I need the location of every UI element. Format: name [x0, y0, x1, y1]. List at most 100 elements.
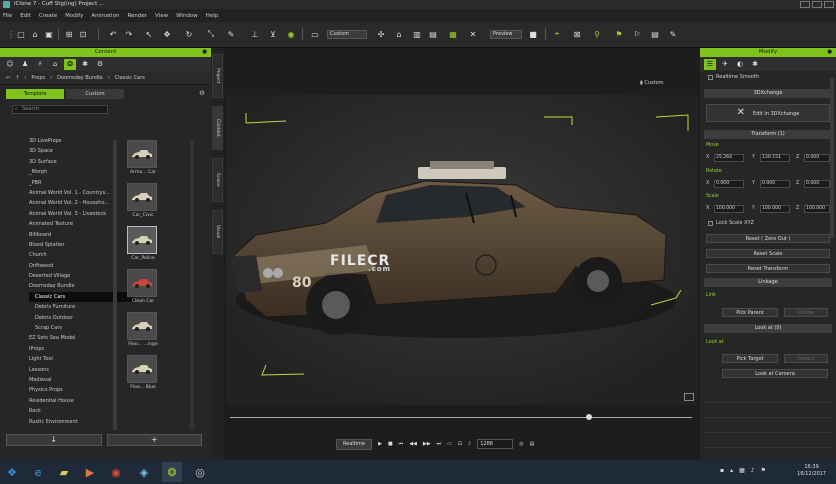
- section-lookat[interactable]: Look at (0): [704, 324, 832, 333]
- tool-a-icon[interactable]: ⌖: [552, 29, 562, 39]
- tree-item[interactable]: Light Tool: [29, 354, 135, 364]
- menu-modify[interactable]: Modify: [65, 13, 83, 19]
- tree-item[interactable]: Medieval: [29, 375, 135, 385]
- flag-b-icon[interactable]: ⚐: [632, 29, 642, 39]
- record-icon[interactable]: ■: [528, 29, 538, 39]
- viewport[interactable]: ▮ Custom 80 FILECR .com Realtime ▶ ■ ⏮ ◀…: [224, 48, 700, 460]
- menu-edit[interactable]: Edit: [20, 13, 31, 19]
- rewind-icon[interactable]: ◀◀: [409, 441, 417, 447]
- rotate-z-field[interactable]: 0.000: [804, 180, 830, 188]
- tree-item[interactable]: Deserted Village: [29, 271, 135, 281]
- thumbnail-item[interactable]: Armo... Car: [127, 140, 159, 182]
- play-icon[interactable]: ▶: [378, 441, 382, 447]
- tree-item[interactable]: Residential House: [29, 396, 135, 406]
- tray-up-icon[interactable]: ▴: [730, 467, 733, 474]
- settings-icon[interactable]: ⚙: [94, 59, 106, 70]
- menu-help[interactable]: Help: [206, 13, 219, 19]
- tree-item[interactable]: Animal World Vol. 2 - Househo...: [29, 198, 135, 208]
- tree-item[interactable]: Physics Props: [29, 385, 135, 395]
- tree-item[interactable]: Blood Splatter: [29, 240, 135, 250]
- next-key-icon[interactable]: ⏭: [437, 441, 442, 447]
- tree-item[interactable]: Animated Texture: [29, 219, 135, 229]
- tree-item[interactable]: Rock: [29, 406, 135, 416]
- grid-icon[interactable]: ▥: [412, 29, 422, 39]
- tool-b-icon[interactable]: ⊠: [572, 29, 582, 39]
- minimize-icon[interactable]: [800, 1, 810, 8]
- add-button[interactable]: +: [106, 434, 202, 446]
- move-y-field[interactable]: 130.151: [760, 154, 790, 162]
- view-icon[interactable]: ▤: [428, 29, 438, 39]
- 3d-scene[interactable]: 80 FILECR .com: [226, 95, 698, 405]
- thumb-scrollbar[interactable]: [190, 140, 194, 430]
- section-transform[interactable]: Transform (1): [704, 130, 832, 139]
- camera-app-icon[interactable]: ◎: [190, 462, 210, 482]
- motion-icon[interactable]: ⚡: [34, 59, 46, 70]
- lock-scale-checkbox[interactable]: [708, 221, 713, 226]
- edit-3dxchange-button[interactable]: ✕ Edit in 3DXchange: [706, 104, 830, 122]
- rotate-icon[interactable]: ↻: [184, 29, 194, 39]
- tree-item[interactable]: 3D Surface: [29, 157, 135, 167]
- tree-item[interactable]: _Morph: [29, 167, 135, 177]
- scale-icon[interactable]: ⤡: [206, 29, 216, 39]
- align-icon[interactable]: ⊥: [250, 29, 260, 39]
- select-icon[interactable]: ↖: [144, 29, 154, 39]
- frame-field[interactable]: 1288: [477, 439, 514, 449]
- redo-icon[interactable]: ↷: [124, 29, 134, 39]
- pen-icon[interactable]: ✎: [668, 29, 678, 39]
- up-icon[interactable]: ↑: [15, 75, 19, 81]
- modify-material-icon[interactable]: ◐: [734, 59, 746, 70]
- move-x-field[interactable]: 25.264: [714, 154, 744, 162]
- tree-item[interactable]: Lessons: [29, 365, 135, 375]
- pick-target-button[interactable]: Pick Target: [722, 354, 778, 363]
- menu-create[interactable]: Create: [39, 13, 57, 19]
- tree-item[interactable]: 3D LiveProps: [29, 136, 135, 146]
- open-folder-icon[interactable]: ⌂: [30, 29, 40, 39]
- pick-parent-button[interactable]: Pick Parent: [722, 308, 778, 317]
- tree-item[interactable]: Church: [29, 250, 135, 260]
- stage-icon[interactable]: ⌂: [49, 59, 61, 70]
- flag-icon[interactable]: ⚑: [614, 29, 624, 39]
- thumbnail-item[interactable]: Floo... ...inge: [127, 312, 159, 354]
- sound-icon[interactable]: ♪: [468, 441, 471, 447]
- scale-x-field[interactable]: 100.000: [714, 205, 744, 213]
- tree-item[interactable]: Driftwood: [29, 261, 135, 271]
- target-icon[interactable]: ◎: [519, 441, 523, 447]
- arrows-icon[interactable]: ✣: [376, 29, 386, 39]
- volume-icon[interactable]: ♪: [751, 467, 755, 474]
- tree-scrollbar[interactable]: [113, 140, 117, 430]
- language-icon[interactable]: ▪: [720, 467, 724, 474]
- media-player-icon[interactable]: ▶: [80, 462, 100, 482]
- snap-icon[interactable]: ⊻: [268, 29, 278, 39]
- menu-file[interactable]: File: [3, 13, 12, 19]
- scale-z-field[interactable]: 100.000: [804, 205, 830, 213]
- close-icon[interactable]: [824, 1, 834, 8]
- tree-item[interactable]: Rustic Environment: [29, 417, 135, 427]
- app-icon[interactable]: ◈: [134, 462, 154, 482]
- camera-icon[interactable]: ▭: [310, 29, 320, 39]
- start-button-icon[interactable]: ❖: [2, 462, 22, 482]
- menu-animation[interactable]: Animation: [91, 13, 119, 19]
- timeline-icon[interactable]: ▤: [530, 441, 535, 447]
- character-icon[interactable]: ♟: [19, 59, 31, 70]
- preview-dropdown[interactable]: Preview: [490, 30, 522, 39]
- timeline-slider[interactable]: [230, 413, 692, 423]
- range-icon[interactable]: ⊡: [458, 441, 462, 447]
- thumbnail-item[interactable]: Clean Car: [127, 269, 159, 311]
- import-icon[interactable]: ⊞: [64, 29, 74, 39]
- reset-scale-button[interactable]: Reset Scale: [706, 249, 830, 258]
- flag-tray-icon[interactable]: ⚑: [761, 467, 766, 474]
- tree-item[interactable]: Billboard: [29, 230, 135, 240]
- camera-dropdown[interactable]: Custom: [327, 30, 367, 39]
- network-icon[interactable]: ▦: [739, 467, 745, 474]
- breadcrumb-doomsday[interactable]: Doomsday Bundle: [57, 75, 103, 81]
- unlink-button[interactable]: Unlink: [784, 308, 828, 317]
- search-input[interactable]: ⌕ Search: [12, 105, 108, 114]
- section-3dxchange[interactable]: 3DXchange: [704, 89, 832, 98]
- lookat-camera-button[interactable]: Look at Camera: [722, 369, 828, 378]
- frame-icon[interactable]: ▦: [448, 29, 458, 39]
- modify-attributes-icon[interactable]: ☰: [704, 58, 716, 70]
- tree-item[interactable]: Doomsday Bundle: [29, 281, 135, 291]
- stop-icon[interactable]: ■: [388, 441, 393, 447]
- chrome-icon[interactable]: ◉: [106, 462, 126, 482]
- rotate-x-field[interactable]: 0.000: [714, 180, 744, 188]
